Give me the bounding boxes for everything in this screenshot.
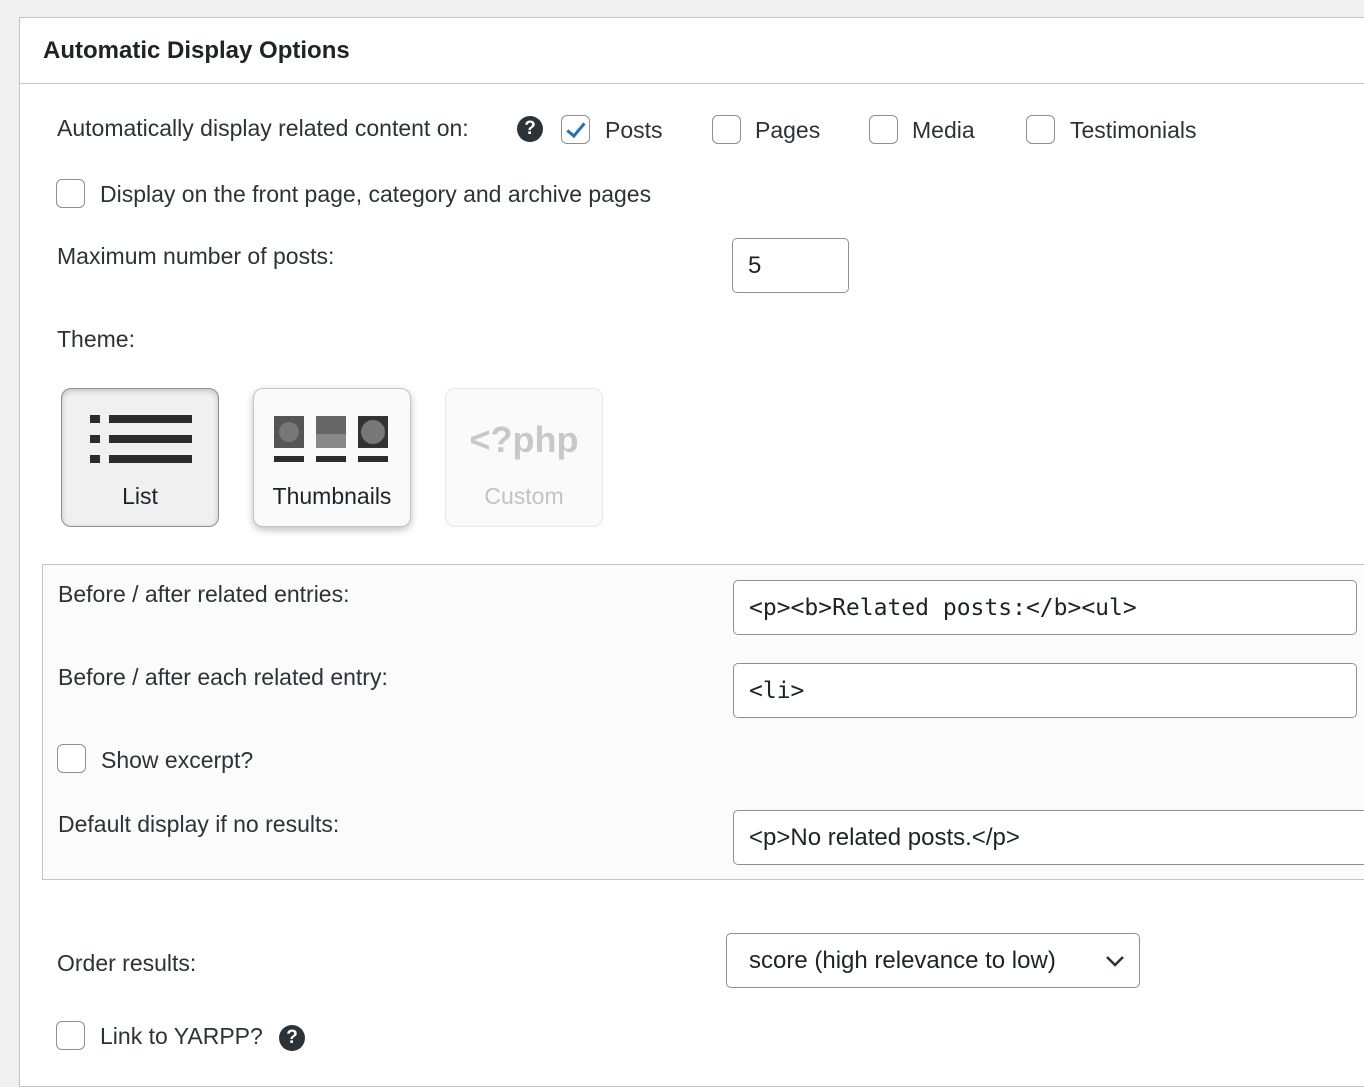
theme-label: Theme:	[57, 326, 135, 352]
display-on-label: Automatically display related content on…	[57, 115, 469, 141]
theme-list-option[interactable]: List	[61, 388, 219, 527]
php-icon: <?php	[469, 419, 579, 460]
front-page-label[interactable]: Display on the front page, category and …	[100, 181, 651, 208]
question-circle-icon[interactable]: ?	[279, 1025, 305, 1051]
link-yarpp-label[interactable]: Link to YARPP?	[100, 1023, 263, 1050]
show-excerpt-checkbox[interactable]	[57, 744, 86, 773]
before-after-entries-label: Before / after related entries:	[58, 581, 350, 607]
pages-checkbox[interactable]	[712, 115, 741, 144]
no-results-label: Default display if no results:	[58, 811, 340, 837]
question-circle-icon[interactable]: ?	[517, 116, 543, 142]
link-yarpp-checkbox[interactable]	[56, 1021, 85, 1050]
show-excerpt-label[interactable]: Show excerpt?	[101, 747, 253, 774]
order-results-select[interactable]: score (high relevance to low)	[726, 933, 1140, 988]
testimonials-checkbox[interactable]	[1026, 115, 1055, 144]
pages-label[interactable]: Pages	[755, 117, 820, 144]
before-after-each-input[interactable]: <li>	[733, 663, 1357, 718]
posts-label[interactable]: Posts	[605, 117, 663, 144]
theme-thumbnails-label: Thumbnails	[272, 483, 392, 509]
theme-custom-option: <?php Custom	[445, 388, 603, 527]
no-results-input[interactable]: <p>No related posts.</p>	[733, 810, 1364, 865]
panel-header: Automatic Display Options	[20, 18, 1364, 84]
thumbnails-icon	[274, 416, 388, 462]
posts-checkbox[interactable]	[561, 115, 590, 144]
panel-title: Automatic Display Options	[43, 37, 350, 64]
media-label[interactable]: Media	[912, 117, 975, 144]
list-icon	[90, 415, 192, 463]
automatic-display-options-panel: Automatic Display Options Automatically …	[19, 17, 1364, 1087]
theme-custom-label: Custom	[484, 483, 564, 509]
chevron-down-icon	[1106, 956, 1124, 967]
max-posts-label: Maximum number of posts:	[57, 243, 335, 269]
media-checkbox[interactable]	[869, 115, 898, 144]
max-posts-input[interactable]: 5	[732, 238, 849, 293]
theme-list-label: List	[122, 483, 158, 509]
front-page-checkbox[interactable]	[56, 179, 85, 208]
template-options-box: Before / after related entries: <p><b>Re…	[42, 564, 1364, 880]
theme-thumbnails-option[interactable]: Thumbnails	[253, 388, 411, 527]
before-after-each-label: Before / after each related entry:	[58, 664, 388, 690]
order-results-label: Order results:	[57, 950, 197, 976]
testimonials-label[interactable]: Testimonials	[1070, 117, 1197, 144]
before-after-entries-input[interactable]: <p><b>Related posts:</b><ul>	[733, 580, 1357, 635]
order-results-value: score (high relevance to low)	[749, 946, 1056, 974]
